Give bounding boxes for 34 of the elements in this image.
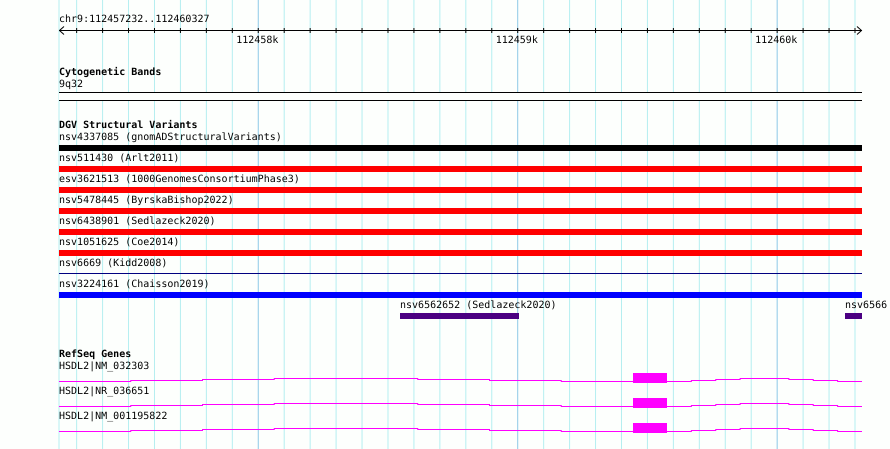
tick-label: 112458k	[236, 35, 278, 47]
variant-bar[interactable]	[59, 166, 862, 172]
variant-label: nsv6438901 (Sedlazeck2020)	[59, 216, 216, 228]
variant-bar[interactable]	[59, 292, 862, 298]
gene-model-drawing[interactable]	[59, 398, 862, 409]
variant-label: nsv5478445 (ByrskaBishop2022)	[59, 195, 234, 207]
variant-bar[interactable]	[59, 250, 862, 256]
gene-label: HSDL2|NM_001195822	[59, 411, 168, 422]
variant-bar[interactable]	[400, 313, 519, 319]
gene-model-drawing[interactable]	[59, 423, 862, 434]
gene-label: HSDL2|NM_032303	[59, 361, 150, 372]
region-label: chr9:112457232..112460327	[59, 14, 210, 25]
variant-bar[interactable]	[59, 208, 862, 214]
variant-label: nsv6566	[845, 300, 888, 312]
track-title: Cytogenetic Bands	[59, 67, 162, 78]
variant-label: nsv6562652 (Sedlazeck2020)	[400, 300, 557, 312]
tick-label: 112460k	[755, 35, 798, 47]
variant-line[interactable]	[59, 273, 862, 274]
band-label: 9q32	[59, 79, 84, 90]
variant-label: nsv1051625 (Coe2014)	[59, 237, 180, 249]
variant-bar[interactable]	[59, 145, 862, 151]
variant-label: nsv6669 (Kidd2008)	[59, 258, 168, 270]
variant-bar[interactable]	[59, 229, 862, 235]
variant-label: nsv511430 (Arlt2011)	[59, 153, 180, 165]
gene-model-drawing[interactable]	[59, 373, 862, 384]
variant-label: nsv3224161 (Chaisson2019)	[59, 279, 210, 291]
variant-bar[interactable]	[845, 313, 862, 319]
gene-label: HSDL2|NR_036651	[59, 386, 150, 397]
track-title: DGV Structural Variants	[59, 120, 198, 131]
variant-label: esv3621513 (1000GenomesConsortiumPhase3)	[59, 174, 300, 186]
variant-label: nsv4337085 (gnomADStructuralVariants)	[59, 132, 282, 144]
track-title: RefSeq Genes	[59, 349, 132, 360]
variant-bar[interactable]	[59, 187, 862, 193]
tick-label: 112459k	[496, 35, 538, 47]
